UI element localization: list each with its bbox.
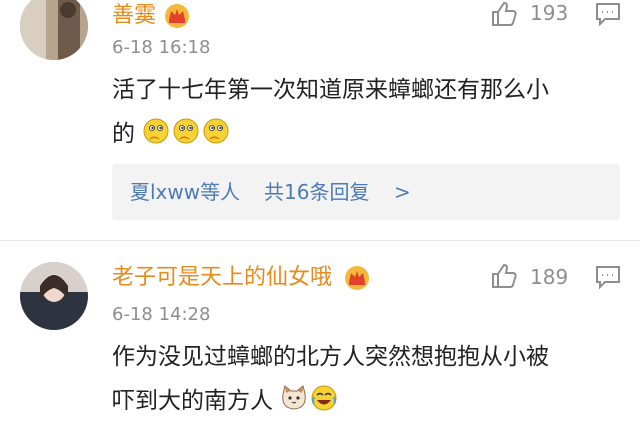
chevron-right-icon[interactable]: > — [394, 180, 411, 204]
comment-text: 作为没见过蟑螂的北方人突然想抱抱从小被 吓到大的南方人 — [112, 335, 549, 423]
like-count: 193 — [530, 1, 569, 25]
comment-text: 活了十七年第一次知道原来蟑螂还有那么小 的 — [112, 68, 549, 156]
timestamp: 6-18 16:18 — [112, 37, 211, 58]
thinking-emoji-icon — [202, 116, 230, 144]
thinking-emoji-icon — [172, 116, 200, 144]
cat-face-icon — [280, 383, 308, 411]
comment-text-line: 作为没见过蟑螂的北方人突然想抱抱从小被 — [112, 344, 549, 370]
laughing-icon — [310, 383, 338, 411]
thinking-emoji-icon — [142, 116, 170, 144]
reply-icon[interactable] — [595, 2, 621, 27]
like-count: 189 — [530, 265, 569, 289]
reply-users[interactable]: 夏lxww等人 — [130, 180, 240, 204]
reply-summary[interactable]: 夏lxww等人 共16条回复 > — [112, 164, 620, 220]
vip-crown-icon — [162, 3, 192, 29]
username[interactable]: 善霙 — [112, 4, 156, 28]
vip-crown-icon — [342, 265, 372, 291]
comment-text-segment: 的 — [112, 121, 135, 147]
comment-text-line: 活了十七年第一次知道原来蟑螂还有那么小 — [112, 77, 549, 103]
thumbs-up-icon[interactable] — [490, 262, 518, 290]
comment-text-segment: 吓到大的南方人 — [112, 388, 273, 414]
reply-count[interactable]: 共16条回复 — [264, 180, 369, 204]
comment-item: 老子可是天上的仙女哦 6-18 14:28 189 作为没见过蟑螂的北方人突然想… — [0, 241, 640, 421]
timestamp: 6-18 14:28 — [112, 304, 211, 325]
comment-item: 善霙 6-18 16:18 193 活了十七年第一次知道原来蟑螂还有那么小 的 — [0, 0, 640, 236]
avatar[interactable] — [20, 0, 88, 60]
reply-icon[interactable] — [595, 265, 621, 290]
comment-text-line: 吓到大的南方人 — [112, 379, 549, 423]
avatar[interactable] — [20, 262, 88, 330]
username[interactable]: 老子可是天上的仙女哦 — [112, 266, 332, 290]
comment-text-line: 的 — [112, 112, 549, 156]
thumbs-up-icon[interactable] — [490, 0, 518, 28]
